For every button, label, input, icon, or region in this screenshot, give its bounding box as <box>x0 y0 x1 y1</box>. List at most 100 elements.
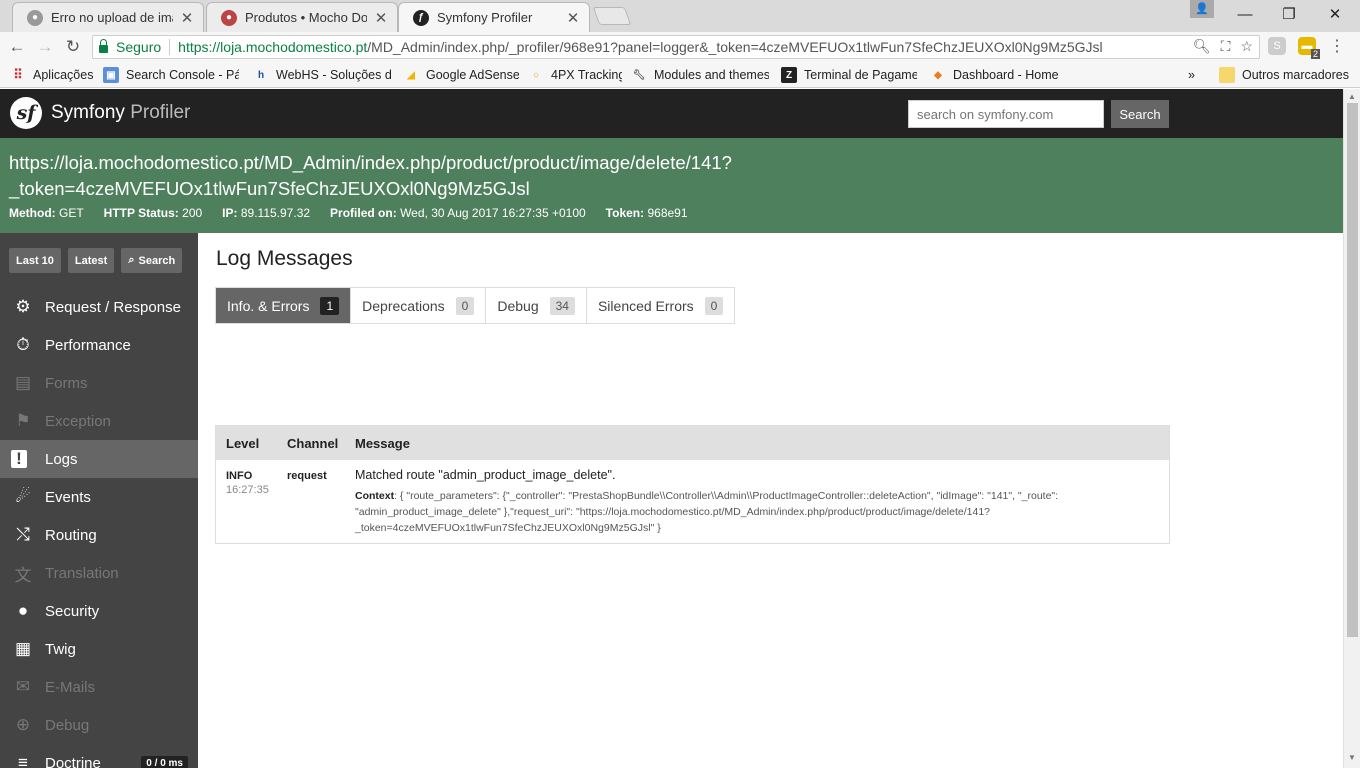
crosshair-icon: ⊕ <box>15 715 31 734</box>
user-icon: ● <box>17 601 29 620</box>
user-profile-icon[interactable]: 👤 <box>1190 0 1214 18</box>
extension-badge: 2 <box>1310 49 1320 59</box>
skype-extension-icon[interactable]: S <box>1268 37 1286 55</box>
tab-info-errors[interactable]: Info. & Errors 1 <box>216 288 352 323</box>
tab-label: Silenced Errors <box>597 297 694 314</box>
menu-logs[interactable]: ! Logs <box>0 440 198 478</box>
form-icon: ▤ <box>14 373 32 392</box>
tab-debug[interactable]: Debug 34 <box>486 288 587 323</box>
bookmark-dashboard[interactable]: ◆ Dashboard - Home <box>930 66 1060 84</box>
bookmark-apps[interactable]: ⠿ Aplicações <box>10 66 94 84</box>
bookmark-terminal[interactable]: Z Terminal de Pagamen <box>781 66 917 84</box>
menu-twig[interactable]: ▦ Twig <box>0 630 198 668</box>
browser-tab-active[interactable]: ƒ Symfony Profiler ✕ <box>398 2 590 32</box>
back-button[interactable]: ← <box>6 36 28 58</box>
symfony-logo-icon[interactable]: sf <box>10 97 42 129</box>
vertical-scrollbar[interactable]: ▲ ▼ <box>1343 89 1360 768</box>
reload-button[interactable]: ↻ <box>62 36 84 58</box>
close-window-button[interactable]: ✕ <box>1312 0 1358 28</box>
bookmark-modules[interactable]: 🔧︎ Modules and themes <box>631 66 769 84</box>
search-profiles-button[interactable]: ⌕ Search <box>121 248 183 273</box>
latest-button[interactable]: Latest <box>67 248 115 273</box>
browser-tab[interactable]: ● Produtos • Mocho Doméstico ✕ <box>206 2 398 32</box>
maximize-button[interactable]: ❐ <box>1266 0 1312 28</box>
bookmarks-bar: ⠿ Aplicações ▣ Search Console - Pág h We… <box>0 62 1360 88</box>
request-meta: Method: GET HTTP Status: 200 IP: 89.115.… <box>9 206 688 220</box>
menu-events[interactable]: ☄ Events <box>0 478 198 516</box>
logs-icon: ! <box>11 449 27 468</box>
menu-exception: ⚑ Exception <box>0 402 198 440</box>
tab-silenced-errors[interactable]: Silenced Errors 0 <box>586 288 735 323</box>
request-url-line: https://loja.mochodomestico.pt/MD_Admin/… <box>9 152 732 173</box>
tab-count: 1 <box>320 296 340 315</box>
bookmarks-overflow[interactable]: » <box>1188 66 1202 84</box>
menu-label: Events <box>45 488 91 506</box>
menu-emails: ✉ E-Mails <box>0 668 198 706</box>
tab-deprecations[interactable]: Deprecations 0 <box>351 288 487 323</box>
close-tab-icon[interactable]: ✕ <box>179 9 195 27</box>
bookmark-other[interactable]: Outros marcadores <box>1219 66 1349 84</box>
bookmark-webhs[interactable]: h WebHS - Soluções de <box>253 66 391 84</box>
search-console-icon: ▣ <box>103 67 119 83</box>
scroll-up-icon[interactable]: ▲ <box>1348 92 1356 101</box>
menu-security[interactable]: ● Security <box>0 592 198 630</box>
shop-favicon-icon: ● <box>221 9 237 26</box>
log-level: INFO <box>226 470 253 482</box>
menu-request-response[interactable]: ⚙ Request / Response <box>0 288 198 326</box>
log-time: 16:27:35 <box>226 484 269 496</box>
symfony-search-input[interactable] <box>908 100 1104 128</box>
forward-button[interactable]: → <box>34 36 56 58</box>
notes-extension-icon[interactable]: ▬ 2 <box>1298 37 1320 59</box>
bookmark-adsense[interactable]: ◢ Google AdSense <box>403 66 519 84</box>
menu-kebab-icon[interactable]: ⋮ <box>1328 37 1346 55</box>
browser-toolbar: ← → ↻ Seguro https://loja.mochodomestico… <box>0 32 1360 62</box>
tab-count: 0 <box>704 296 724 315</box>
zoom-icon[interactable]: 🔍︎ <box>1193 38 1211 55</box>
menu-debug: ⊕ Debug <box>0 706 198 744</box>
bookmark-label: Dashboard - Home <box>953 68 1059 82</box>
panel-content: Log Messages Info. & Errors 1 Deprecatio… <box>198 233 1343 768</box>
scroll-thumb[interactable] <box>1347 103 1358 637</box>
adsense-icon: ◢ <box>407 69 415 81</box>
exception-icon: ⚑ <box>15 411 31 430</box>
profiler-sidebar: Last 10 Latest ⌕ Search ⚙ Request / Respo… <box>0 233 198 768</box>
4px-icon: ○ <box>532 69 540 81</box>
menu-translation: 文 Translation <box>0 554 198 592</box>
minimize-button[interactable]: — <box>1222 0 1268 28</box>
menu-routing[interactable]: ⤭ Routing <box>0 516 198 554</box>
log-level-cell: INFO 16:27:35 <box>226 470 269 496</box>
tab-label: Info. & Errors <box>227 297 310 314</box>
bookmark-label: Modules and themes <box>654 68 769 82</box>
browser-tab[interactable]: ● Erro no upload de imagem ✕ <box>12 2 204 32</box>
meta-method: Method: GET <box>9 206 84 220</box>
context-text: : { "route_parameters": {"_controller": … <box>394 490 1059 502</box>
bookmark-label: Outros marcadores <box>1242 68 1349 82</box>
close-tab-icon[interactable]: ✕ <box>373 9 389 27</box>
extension-icons: S ▬ 2 ⋮ <box>1268 37 1346 59</box>
bookmark-label: Aplicações <box>33 68 94 82</box>
star-icon[interactable]: ☆ <box>1240 38 1253 55</box>
symfony-search-button[interactable]: Search <box>1111 100 1169 128</box>
bookmark-label: WebHS - Soluções de <box>276 68 391 82</box>
new-tab-button[interactable] <box>592 7 632 25</box>
translate-icon[interactable]: ⛶ <box>1221 38 1231 55</box>
tab-count: 34 <box>549 296 575 315</box>
meta-profiled: Profiled on: Wed, 30 Aug 2017 16:27:35 +… <box>330 206 586 220</box>
bookmark-4px[interactable]: ○ 4PX Tracking <box>528 66 622 84</box>
log-table: Level Channel Message INFO 16:27:35 requ… <box>215 425 1170 544</box>
column-header-level: Level <box>226 435 260 451</box>
request-url[interactable]: https://loja.mochodomestico.pt/MD_Admin/… <box>9 150 809 202</box>
last-10-button[interactable]: Last 10 <box>9 248 61 273</box>
close-tab-icon[interactable]: ✕ <box>565 9 581 27</box>
folder-icon <box>1219 67 1235 83</box>
scroll-down-icon[interactable]: ▼ <box>1348 753 1356 762</box>
menu-performance[interactable]: ⏱ Performance <box>0 326 198 364</box>
antenna-icon: ☄ <box>15 487 31 506</box>
bookmark-search-console[interactable]: ▣ Search Console - Pág <box>103 66 239 84</box>
log-message: Matched route "admin_product_image_delet… <box>355 468 616 482</box>
menu-doctrine[interactable]: ≡ Doctrine 0 / 0 ms <box>0 744 198 768</box>
address-bar[interactable]: Seguro https://loja.mochodomestico.pt/MD… <box>92 35 1260 59</box>
menu-forms: ▤ Forms <box>0 364 198 402</box>
bookmark-label: Terminal de Pagamen <box>804 68 917 82</box>
forum-favicon-icon: ● <box>27 9 43 26</box>
